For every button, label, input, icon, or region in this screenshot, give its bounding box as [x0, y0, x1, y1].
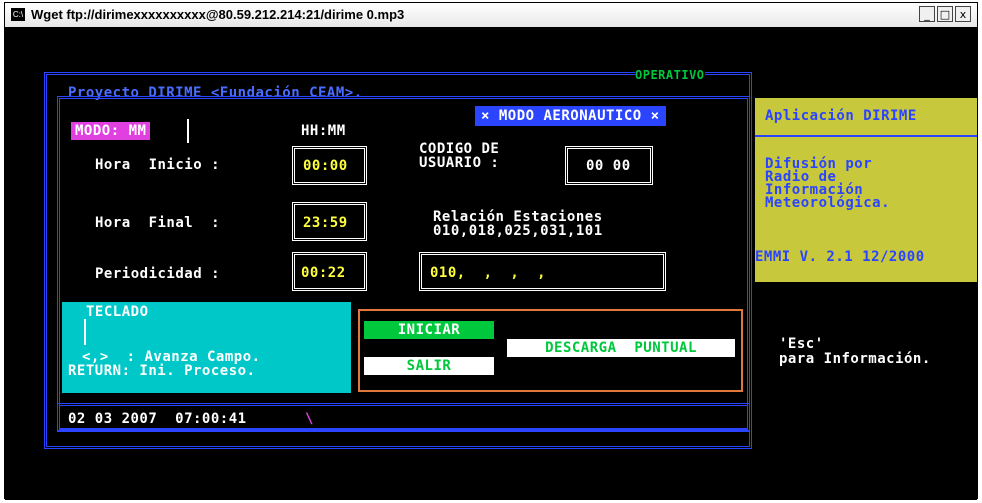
console-window: C:\ Wget ftp://dirimexxxxxxxxxx@80.59.21…: [4, 2, 978, 500]
status-datetime: 02 03 2007 07:00:41: [68, 411, 247, 427]
teclado-line-1: <,> : Avanza Campo.: [82, 349, 261, 365]
teclado-bar: [84, 319, 86, 345]
codigo-usuario-value: 00 00: [586, 158, 631, 174]
maximize-button[interactable]: □: [937, 6, 953, 22]
side-info-panel: Aplicación DIRIME Difusión por Radio de …: [755, 98, 977, 282]
salir-button[interactable]: SALIR: [364, 357, 494, 375]
iniciar-button[interactable]: INICIAR: [364, 321, 494, 339]
side-title: Aplicación DIRIME: [765, 108, 917, 124]
actions-box: INICIAR DESCARGA PUNTUAL SALIR: [358, 309, 743, 392]
esc-hint-text: para Información.: [779, 351, 931, 367]
teclado-title: TECLADO: [86, 304, 149, 320]
window-title: Wget ftp://dirimexxxxxxxxxx@80.59.212.21…: [31, 7, 405, 22]
clock-format: HH:MM: [301, 123, 346, 139]
periodicidad-field[interactable]: 00:22: [292, 252, 367, 291]
side-desc-4: Meteorológica.: [765, 195, 891, 211]
hora-inicio-field[interactable]: 00:00: [292, 146, 367, 185]
descarga-puntual-button[interactable]: DESCARGA PUNTUAL: [507, 339, 735, 357]
close-button[interactable]: x: [955, 6, 971, 22]
side-version: EMMI V. 2.1 12/2000: [755, 249, 925, 265]
codigo-label-1: CODIGO DE: [419, 141, 500, 157]
estaciones-input[interactable]: 010, , , ,: [419, 252, 666, 291]
codigo-label-2: USUARIO :: [419, 155, 500, 171]
aero-mode-banner: × MODO AERONAUTICO ×: [475, 106, 666, 126]
periodicidad-value: 00:22: [301, 265, 346, 281]
hora-final-label: Hora Final :: [95, 215, 221, 231]
spinner-indicator: \: [305, 411, 314, 427]
hora-inicio-label: Hora Inicio :: [95, 157, 221, 173]
hora-final-value: 23:59: [303, 215, 348, 231]
side-divider: [755, 135, 977, 137]
esc-hint-key: 'Esc': [779, 336, 824, 352]
teclado-panel: TECLADO <,> : Avanza Campo. RETURN: Ini.…: [62, 302, 351, 393]
console-area: OPERATIVO Proyecto DIRIME <Fundación CEA…: [5, 27, 977, 500]
relacion-list: 010,018,025,031,101: [433, 223, 603, 239]
status-operativo: OPERATIVO: [635, 68, 705, 82]
periodicidad-label: Periodicidad :: [95, 266, 221, 282]
minimize-button[interactable]: _: [919, 6, 935, 22]
hora-final-field[interactable]: 23:59: [292, 202, 367, 241]
relacion-label: Relación Estaciones: [433, 209, 603, 225]
teclado-line-2: RETURN: Ini. Proceso.: [68, 363, 256, 379]
mode-badge: MODO: MM: [71, 122, 151, 140]
mode-divider: [187, 119, 189, 143]
codigo-usuario-field[interactable]: 00 00: [565, 146, 653, 185]
hora-inicio-value: 00:00: [303, 158, 348, 174]
title-bar[interactable]: C:\ Wget ftp://dirimexxxxxxxxxx@80.59.21…: [5, 3, 977, 27]
console-icon: C:\: [11, 8, 25, 21]
estaciones-input-value: 010, , , ,: [430, 265, 564, 281]
